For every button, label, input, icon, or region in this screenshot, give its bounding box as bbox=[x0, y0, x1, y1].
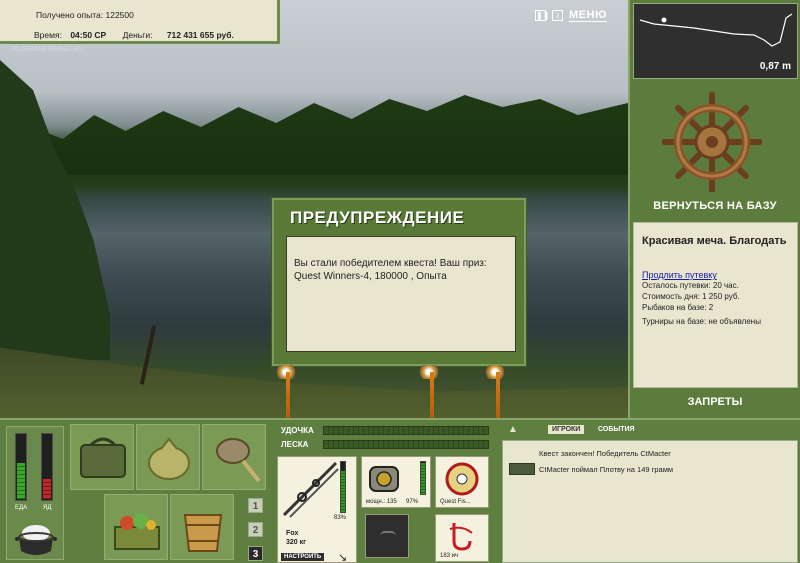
rod-stand-3[interactable] bbox=[496, 372, 500, 418]
game-screen: Получено опыта: 122500 Время: 04:50 СР Д… bbox=[0, 0, 800, 563]
extend-permit-link[interactable]: Продлить путевку bbox=[642, 270, 791, 280]
reel-icon bbox=[369, 466, 399, 492]
sack-slot[interactable] bbox=[136, 424, 200, 490]
event-item: Квест закончен! Победитель CtMacter bbox=[539, 449, 671, 458]
rod-wear-fill bbox=[341, 470, 345, 512]
fishing-line-spool-icon bbox=[445, 462, 479, 496]
return-to-base-button[interactable]: ВЕРНУТЬСЯ НА БАЗУ bbox=[630, 200, 800, 212]
reel-wear-bar bbox=[420, 461, 426, 495]
bans-button[interactable]: ЗАПРЕТЫ bbox=[630, 396, 800, 408]
rod-percent: 83% bbox=[334, 515, 347, 521]
money-value: 712 431 655 руб. bbox=[166, 30, 234, 40]
landing-net-slot[interactable] bbox=[202, 424, 266, 490]
money-label: Деньги: bbox=[122, 30, 153, 40]
rod-stand-2[interactable] bbox=[430, 372, 434, 418]
fishing-rod-icon bbox=[282, 461, 339, 518]
events-header: ▲ ИГРОКИ СОБЫТИЯ bbox=[502, 422, 798, 438]
rod-bell-icon bbox=[418, 365, 440, 379]
depth-chart: 0,87 m bbox=[633, 3, 798, 79]
rod-wear-bar bbox=[340, 461, 346, 513]
arrow-icon[interactable]: ↘ bbox=[338, 551, 347, 563]
rod-bar-label: УДОЧКА bbox=[281, 426, 314, 435]
inventory-panel bbox=[70, 424, 270, 563]
vegetable-basket-icon bbox=[114, 513, 160, 550]
wooden-bucket-icon bbox=[183, 514, 223, 552]
reel-percent: 97% bbox=[406, 499, 419, 505]
setup-button[interactable]: НАСТРОИТЬ bbox=[281, 553, 325, 561]
rod-bell-icon bbox=[484, 365, 506, 379]
reel-power: мощн.: 135 bbox=[366, 499, 397, 505]
dialog-message: Вы стали победителем квеста! Ваш приз: Q… bbox=[286, 236, 516, 352]
reel-wear-fill bbox=[421, 462, 425, 494]
collapse-arrow-icon[interactable]: ▲ bbox=[508, 424, 518, 435]
inventory-page-2[interactable]: 2 bbox=[248, 522, 263, 537]
rod-stand-1[interactable] bbox=[286, 372, 290, 418]
experience-value: 122500 bbox=[105, 10, 134, 20]
event-item: CtMacter поймал Плотву на 149 грамм bbox=[539, 465, 674, 474]
left-trees bbox=[0, 60, 110, 360]
depth-value: 0,87 m bbox=[759, 61, 791, 72]
pause-icon[interactable]: ❚❚ bbox=[535, 10, 549, 21]
line-bar-label: ЛЕСКА bbox=[281, 440, 309, 449]
line-name: Quest Fis... bbox=[440, 499, 471, 505]
tackle-bag-icon bbox=[80, 437, 126, 478]
base-info-card: Красивая меча. Благодать Продлить путевк… bbox=[633, 222, 798, 388]
poison-gauge bbox=[41, 433, 53, 501]
anglers-count: Рыбаков на базе: 2 bbox=[642, 303, 714, 312]
float-slot[interactable] bbox=[365, 514, 409, 558]
tackle-panel: УДОЧКА ЛЕСКА 83% Fox 320 кг НАСТРОИТЬ ↘ bbox=[275, 422, 497, 563]
menu-button[interactable]: МЕНЮ bbox=[569, 9, 607, 22]
experience-row: Получено опыта: 122500 bbox=[36, 10, 134, 20]
time-money-row: Время: 04:50 СР Деньги: 712 431 655 руб. bbox=[34, 30, 234, 40]
tab-players[interactable]: ИГРОКИ bbox=[548, 425, 585, 434]
groundbait-basket-slot[interactable] bbox=[104, 494, 168, 560]
time-value: 04:50 СР bbox=[70, 30, 107, 40]
player-info-panel: Получено опыта: 122500 Время: 04:50 СР Д… bbox=[0, 0, 280, 44]
sound-icon[interactable]: ♪ bbox=[552, 10, 563, 21]
warning-dialog: ПРЕДУПРЕЖДЕНИЕ Вы стали победителем квес… bbox=[272, 198, 526, 366]
poison-gauge-fill bbox=[43, 479, 51, 499]
tournaments-info: Турниры на базе: не объявлены bbox=[642, 317, 761, 326]
bottom-panel: ЕДА ЯД 1 2 3 УДОЧКА ЛЕСКА 83% Fox 320 кг… bbox=[0, 418, 800, 563]
watermark: RUSSIANFISHING.RU bbox=[12, 46, 84, 53]
base-title: Красивая меча. Благодать bbox=[642, 235, 787, 247]
events-list: Квест закончен! Победитель CtMacter CtMa… bbox=[502, 440, 798, 563]
inventory-page-1[interactable]: 1 bbox=[248, 498, 263, 513]
fish-icon bbox=[509, 463, 535, 475]
dialog-title: ПРЕДУПРЕЖДЕНИЕ bbox=[290, 208, 465, 227]
day-cost: Стоимость дня: 1 250 руб. bbox=[642, 292, 740, 301]
cooking-pot-icon[interactable] bbox=[15, 521, 57, 559]
food-gauge bbox=[15, 433, 27, 501]
rod-bar bbox=[323, 426, 489, 435]
line-card[interactable]: Quest Fis... bbox=[435, 456, 489, 508]
food-gauge-fill bbox=[17, 462, 25, 499]
top-controls: ❚❚ ♪ МЕНЮ bbox=[535, 9, 607, 22]
reel-card[interactable]: мощн.: 135 97% bbox=[361, 456, 431, 508]
ship-wheel-icon[interactable] bbox=[662, 92, 762, 192]
tab-events[interactable]: СОБЫТИЯ bbox=[598, 426, 635, 433]
hook-icon bbox=[449, 523, 473, 551]
bucket-slot[interactable] bbox=[170, 494, 234, 560]
rod-card[interactable]: 83% Fox 320 кг НАСТРОИТЬ ↘ bbox=[277, 456, 357, 563]
poison-label: ЯД bbox=[43, 505, 52, 511]
inventory-page-3[interactable]: 3 bbox=[248, 546, 263, 561]
landing-net-icon bbox=[216, 438, 261, 483]
events-panel: ▲ ИГРОКИ СОБЫТИЯ Квест закончен! Победит… bbox=[502, 422, 798, 563]
right-panel: 0,87 m ВЕРНУТЬСЯ НА БАЗУ Красивая меча. … bbox=[628, 0, 800, 418]
sack-icon bbox=[148, 437, 190, 480]
hook-card[interactable]: 183 ич bbox=[435, 514, 489, 562]
status-gauges: ЕДА ЯД bbox=[6, 426, 64, 560]
permit-remaining: Осталось путевки: 20 час. bbox=[642, 281, 739, 290]
far-forest bbox=[0, 95, 628, 175]
food-label: ЕДА bbox=[15, 505, 28, 511]
empty-slot-icon bbox=[380, 531, 396, 541]
experience-label: Получено опыта: bbox=[36, 10, 104, 20]
rod-name: Fox 320 кг bbox=[286, 529, 306, 547]
rod-model: Fox bbox=[286, 530, 299, 537]
time-label: Время: bbox=[34, 30, 62, 40]
hook-info: 183 ич bbox=[440, 553, 459, 559]
tackle-bag-slot[interactable] bbox=[70, 424, 134, 490]
line-bar bbox=[323, 440, 489, 449]
rod-weight: 320 кг bbox=[286, 539, 307, 546]
